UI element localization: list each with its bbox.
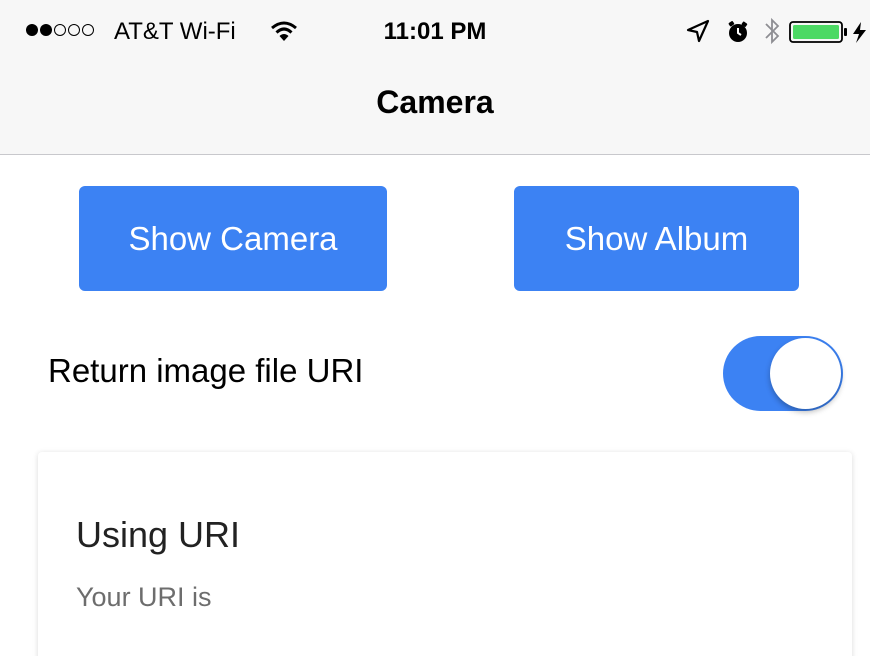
app-screen: AT&T Wi-Fi 11:01 PM Camera Show Camera S…: [0, 0, 870, 656]
page-title: Camera: [376, 84, 494, 120]
return-uri-label: Return image file URI: [48, 352, 364, 389]
navigation-bar: Camera: [0, 64, 870, 155]
toggle-knob: [770, 338, 841, 409]
bluetooth-icon: [765, 17, 780, 45]
card-subtitle: Your URI is: [76, 582, 212, 612]
alarm-icon: [728, 21, 748, 42]
location-icon: [686, 19, 710, 43]
charging-icon: [853, 22, 866, 43]
status-bar: AT&T Wi-Fi 11:01 PM: [0, 0, 870, 64]
card-title: Using URI: [76, 514, 241, 555]
show-album-button[interactable]: Show Album: [514, 186, 799, 291]
show-camera-button[interactable]: Show Camera: [79, 186, 387, 291]
return-uri-toggle[interactable]: [723, 336, 843, 411]
uri-card: Using URI Your URI is: [38, 452, 852, 656]
battery-icon: [789, 21, 866, 43]
